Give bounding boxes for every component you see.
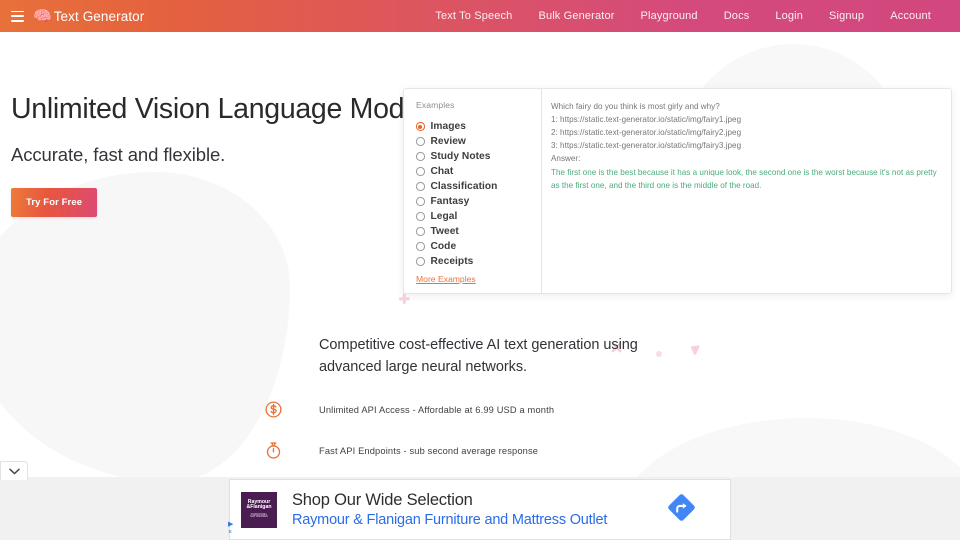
example-option-label: Code xyxy=(430,241,457,252)
example-option-label: Classification xyxy=(430,181,498,192)
radio-icon xyxy=(416,152,425,161)
ad-logo-line-4: MATTRESSES xyxy=(250,515,268,519)
prompt-line-answer-label: Answer: xyxy=(551,154,581,164)
ad-close-x-icon[interactable]: × xyxy=(228,529,233,536)
nav-link-account[interactable]: Account xyxy=(877,6,944,26)
radio-icon xyxy=(416,257,425,266)
collapse-panel-toggle[interactable] xyxy=(0,461,28,480)
chevron-down-icon xyxy=(8,468,20,475)
prompt-line-image-1: 1: https://static.text-generator.io/stat… xyxy=(551,115,742,125)
nav-link-text-to-speech[interactable]: Text To Speech xyxy=(422,6,525,26)
demo-output-column: Which fairy do you think is most girly a… xyxy=(542,89,951,293)
example-option-label: Images xyxy=(430,121,466,132)
hamburger-icon[interactable] xyxy=(11,10,24,22)
example-option-study-notes[interactable]: Study Notes xyxy=(416,149,541,164)
prompt-line-image-3: 3: https://static.text-generator.io/stat… xyxy=(551,141,742,151)
brand-name: Text Generator xyxy=(53,8,145,24)
ad-advertiser-link[interactable]: Raymour & Flanigan Furniture and Mattres… xyxy=(292,512,607,528)
example-option-label: Fantasy xyxy=(430,196,470,207)
ad-arrow-icon[interactable] xyxy=(667,493,696,527)
nav-link-docs[interactable]: Docs xyxy=(711,6,763,26)
decorative-triangle-icon xyxy=(687,343,700,355)
feature-item-pricing: Unlimited API Access - Affordable at 6.9… xyxy=(258,400,678,419)
example-option-label: Chat xyxy=(430,166,454,177)
brain-emoji-logo: 🧠 xyxy=(33,7,52,25)
navbar-left-group: 🧠 Text Generator xyxy=(0,9,144,24)
example-option-receipts[interactable]: Receipts xyxy=(416,254,541,269)
decorative-blob-left xyxy=(0,172,290,482)
page-root: 🧠 Text Generator Text To Speech Bulk Gen… xyxy=(0,0,960,540)
radio-icon xyxy=(416,242,425,251)
radio-icon xyxy=(416,122,425,131)
example-option-legal[interactable]: Legal xyxy=(416,209,541,224)
ad-choices-group[interactable]: ▶ × xyxy=(228,521,233,536)
navbar-links: Text To Speech Bulk Generator Playground… xyxy=(422,6,960,26)
demo-panel: Examples Images Review Study Notes Chat … xyxy=(403,88,952,294)
example-option-chat[interactable]: Chat xyxy=(416,164,541,179)
example-option-label: Review xyxy=(430,136,466,147)
radio-icon xyxy=(416,167,425,176)
features-headline: Competitive cost-effective AI text gener… xyxy=(319,337,638,376)
example-option-fantasy[interactable]: Fantasy xyxy=(416,194,541,209)
nav-link-bulk-generator[interactable]: Bulk Generator xyxy=(525,6,627,26)
adchoices-triangle-icon[interactable]: ▶ xyxy=(228,521,233,528)
example-option-review[interactable]: Review xyxy=(416,134,541,149)
examples-column: Examples Images Review Study Notes Chat … xyxy=(404,89,542,293)
radio-icon xyxy=(416,227,425,236)
example-option-images[interactable]: Images xyxy=(416,119,541,134)
example-option-code[interactable]: Code xyxy=(416,239,541,254)
ad-headline: Shop Our Wide Selection xyxy=(292,491,473,509)
nav-link-login[interactable]: Login xyxy=(762,6,816,26)
generated-answer-text: The first one is the best because it has… xyxy=(551,167,937,190)
radio-icon xyxy=(416,197,425,206)
example-option-label: Tweet xyxy=(430,226,459,237)
more-examples-link[interactable]: More Examples xyxy=(416,274,476,284)
ad-logo-line-2: &Flanigan xyxy=(246,504,272,511)
decorative-plus-icon xyxy=(395,292,410,307)
advertiser-logo: Raymour &Flanigan FURNITURE | MATTRESSES xyxy=(241,491,277,528)
example-option-label: Study Notes xyxy=(430,151,491,162)
feature-text: Unlimited API Access - Affordable at 6.9… xyxy=(319,404,555,415)
examples-label: Examples xyxy=(416,100,455,110)
example-option-classification[interactable]: Classification xyxy=(416,179,541,194)
feature-text: Fast API Endpoints - sub second average … xyxy=(319,445,539,456)
radio-icon xyxy=(416,212,425,221)
feature-item-speed: Fast API Endpoints - sub second average … xyxy=(258,441,678,460)
brand-link[interactable]: 🧠 Text Generator xyxy=(33,9,144,24)
radio-icon xyxy=(416,182,425,191)
features-section: Competitive cost-effective AI text gener… xyxy=(258,334,678,460)
radio-icon xyxy=(416,137,425,146)
nav-link-signup[interactable]: Signup xyxy=(816,6,877,26)
example-option-label: Receipts xyxy=(430,256,474,267)
example-option-tweet[interactable]: Tweet xyxy=(416,224,541,239)
nav-link-playground[interactable]: Playground xyxy=(628,6,711,26)
top-navbar: 🧠 Text Generator Text To Speech Bulk Gen… xyxy=(0,0,960,32)
example-option-label: Legal xyxy=(430,211,458,222)
try-for-free-button[interactable]: Try For Free xyxy=(11,188,98,218)
stopwatch-icon xyxy=(258,441,319,460)
prompt-line-image-2: 2: https://static.text-generator.io/stat… xyxy=(551,128,742,138)
dollar-circle-icon xyxy=(258,400,319,419)
advertisement-banner[interactable]: Raymour &Flanigan FURNITURE | MATTRESSES… xyxy=(229,479,731,540)
prompt-line-question: Which fairy do you think is most girly a… xyxy=(551,102,720,111)
ad-text-block: Shop Our Wide Selection Raymour & Flanig… xyxy=(292,491,607,528)
